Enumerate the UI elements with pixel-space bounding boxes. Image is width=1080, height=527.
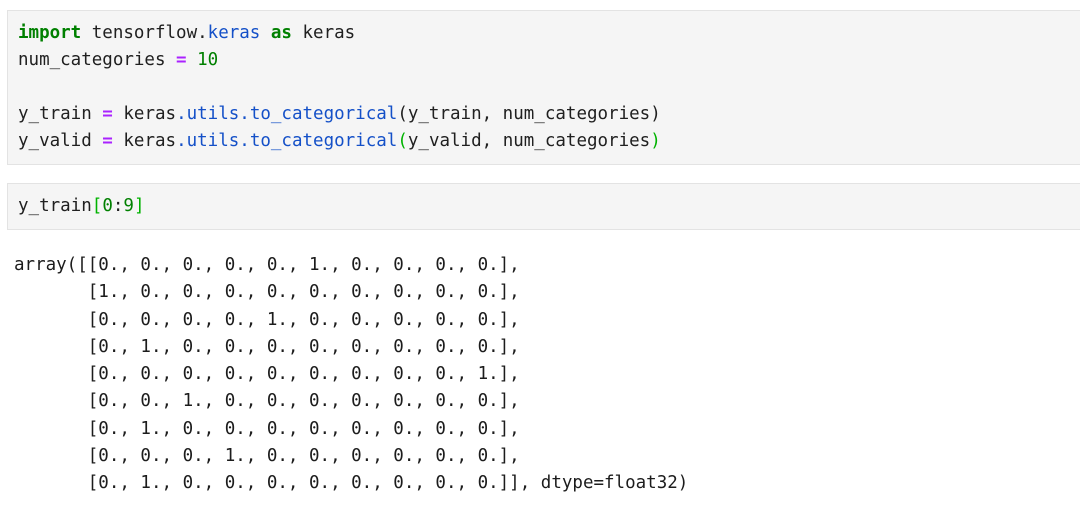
code-token-keyword: as [270,23,292,43]
code-token-plain: tensorflow. [81,23,208,43]
code-token-plain: keras [291,23,356,43]
array-output-line: array([[0., 0., 0., 0., 0., 1., 0., 0., … [14,255,520,275]
array-output-line: [0., 1., 0., 0., 0., 0., 0., 0., 0., 0.]… [14,473,689,494]
code-token-greenparen: ) [650,131,661,151]
code-cell-import[interactable]: import tensorflow.keras as keras num_cate… [7,10,1080,165]
code-token-plain: : [112,196,124,216]
code-token-plain: y_train [18,196,92,216]
array-output-line: [1., 0., 0., 0., 0., 0., 0., 0., 0., 0.]… [14,282,520,303]
code-token-operator: = [102,131,113,151]
array-output-lines: array([[0., 0., 0., 0., 0., 1., 0., 0., … [14,252,1080,498]
array-output-line: [0., 0., 1., 0., 0., 0., 0., 0., 0., 0.]… [14,391,520,412]
code-token-plain: keras [112,131,177,151]
code-line: y_train[0:9] [18,193,1080,220]
code-token-function: .utils.to_categorical [176,131,398,151]
array-output-line: [0., 1., 0., 0., 0., 0., 0., 0., 0., 0.]… [14,336,520,357]
code-line: y_train = keras.utils.to_categorical(y_t… [18,101,1080,128]
code-token-keyword: import [18,23,82,43]
code-line: import tensorflow.keras as keras [18,20,1080,47]
array-output-line: [0., 1., 0., 0., 0., 0., 0., 0., 0., 0.]… [14,418,520,439]
array-output: array([[0., 0., 0., 0., 0., 1., 0., 0., … [0,230,1080,498]
code-token-plain: y_valid, num_categories [407,131,651,151]
code-token-bracket: [ [91,196,103,216]
code-token-operator: = [176,50,187,70]
code-cell-import-lines: import tensorflow.keras as keras num_cate… [18,20,1080,155]
array-output-line: [0., 0., 0., 0., 1., 0., 0., 0., 0., 0.]… [14,309,520,330]
code-token-plain: num_categories [18,50,177,70]
code-token-module: keras [207,23,261,43]
array-output-line: [0., 0., 0., 0., 0., 0., 0., 0., 0., 1.]… [14,364,520,385]
code-cell-slice-lines: y_train[0:9] [18,193,1080,220]
code-token-operator: = [102,104,113,124]
code-token-plain: (y_train, num_categories) [397,104,661,124]
code-line: num_categories = 10 [18,47,1080,74]
code-token-number: 10 [197,50,219,70]
code-token-plain: y_valid [18,131,103,151]
code-token-plain: y_train [18,104,103,124]
code-token-greenparen: ( [397,131,408,151]
code-token-bracket: ] [133,196,145,216]
code-token-function: .utils.to_categorical [176,104,398,124]
array-output-line: [0., 0., 0., 1., 0., 0., 0., 0., 0., 0.]… [14,446,520,467]
code-token-plain: keras [112,104,177,124]
code-token-number: 0 [102,196,113,216]
code-cell-slice[interactable]: y_train[0:9] [7,183,1080,230]
notebook-page: import tensorflow.keras as keras num_cate… [0,10,1080,527]
code-line: y_valid = keras.utils.to_categorical(y_v… [18,128,1080,155]
code-token-number: 9 [123,196,134,216]
